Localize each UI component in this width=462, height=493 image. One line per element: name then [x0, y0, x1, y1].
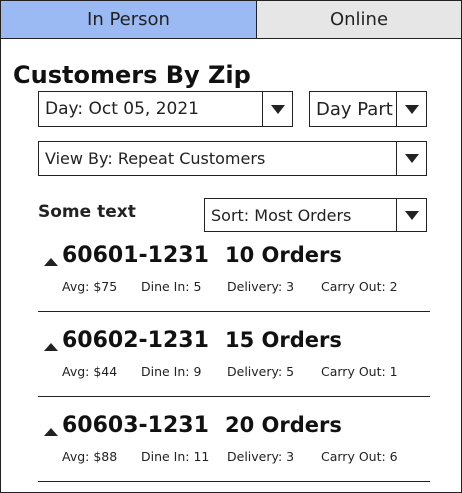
customers-by-zip-panel: In Person Online Customers By Zip Day: O…	[0, 0, 462, 493]
chevron-down-icon	[404, 104, 419, 114]
divider	[38, 396, 430, 397]
zip-code: 60603-1231	[62, 413, 209, 438]
chevron-down-icon	[270, 104, 285, 114]
avg-value: Avg: $44	[62, 364, 118, 379]
divider	[38, 311, 430, 312]
avg-value: Avg: $75	[62, 279, 118, 294]
day-part-select-value: Day Part	[316, 98, 393, 120]
carry-out-count: Carry Out: 2	[321, 279, 398, 294]
zip-code: 60601-1231	[62, 243, 209, 268]
order-count: 10 Orders	[225, 243, 342, 267]
sort-select-value: Sort: Most Orders	[211, 205, 352, 225]
dine-in-count: Dine In: 5	[141, 279, 202, 294]
sort-dropdown-button[interactable]	[396, 199, 426, 231]
dine-in-count: Dine In: 11	[141, 449, 210, 464]
tab-online[interactable]: Online	[256, 1, 461, 39]
day-part-select[interactable]: Day Part	[309, 91, 427, 127]
carry-out-count: Carry Out: 6	[321, 449, 398, 464]
day-select-value: Day: Oct 05, 2021	[45, 99, 199, 119]
collapse-arrow-icon[interactable]	[44, 428, 58, 436]
collapse-arrow-icon[interactable]	[44, 343, 58, 351]
channel-tabs: In Person Online	[1, 1, 461, 39]
day-select[interactable]: Day: Oct 05, 2021	[38, 91, 293, 127]
divider	[38, 481, 430, 482]
sort-select[interactable]: Sort: Most Orders	[204, 198, 427, 232]
carry-out-count: Carry Out: 1	[321, 364, 398, 379]
chevron-down-icon	[404, 210, 419, 220]
section-label: Some text	[38, 202, 136, 222]
delivery-count: Delivery: 3	[227, 449, 295, 464]
zip-list-item[interactable]: 60601-1231 10 Orders Avg: $75 Dine In: 5…	[38, 241, 430, 315]
day-part-dropdown-button[interactable]	[396, 92, 426, 126]
order-count: 20 Orders	[225, 413, 342, 437]
view-by-dropdown-button[interactable]	[396, 142, 426, 175]
dine-in-count: Dine In: 9	[141, 364, 202, 379]
zip-list-item[interactable]: 60602-1231 15 Orders Avg: $44 Dine In: 9…	[38, 326, 430, 400]
order-count: 15 Orders	[225, 328, 342, 352]
zip-list-item[interactable]: 60603-1231 20 Orders Avg: $88 Dine In: 1…	[38, 411, 430, 485]
view-by-select[interactable]: View By: Repeat Customers	[38, 141, 427, 176]
zip-code: 60602-1231	[62, 328, 209, 353]
tab-in-person[interactable]: In Person	[1, 1, 257, 39]
delivery-count: Delivery: 5	[227, 364, 295, 379]
avg-value: Avg: $88	[62, 449, 118, 464]
page-title: Customers By Zip	[13, 61, 251, 89]
view-by-select-value: View By: Repeat Customers	[45, 149, 266, 168]
delivery-count: Delivery: 3	[227, 279, 295, 294]
collapse-arrow-icon[interactable]	[44, 258, 58, 266]
chevron-down-icon	[404, 154, 419, 163]
day-dropdown-button[interactable]	[262, 92, 292, 126]
